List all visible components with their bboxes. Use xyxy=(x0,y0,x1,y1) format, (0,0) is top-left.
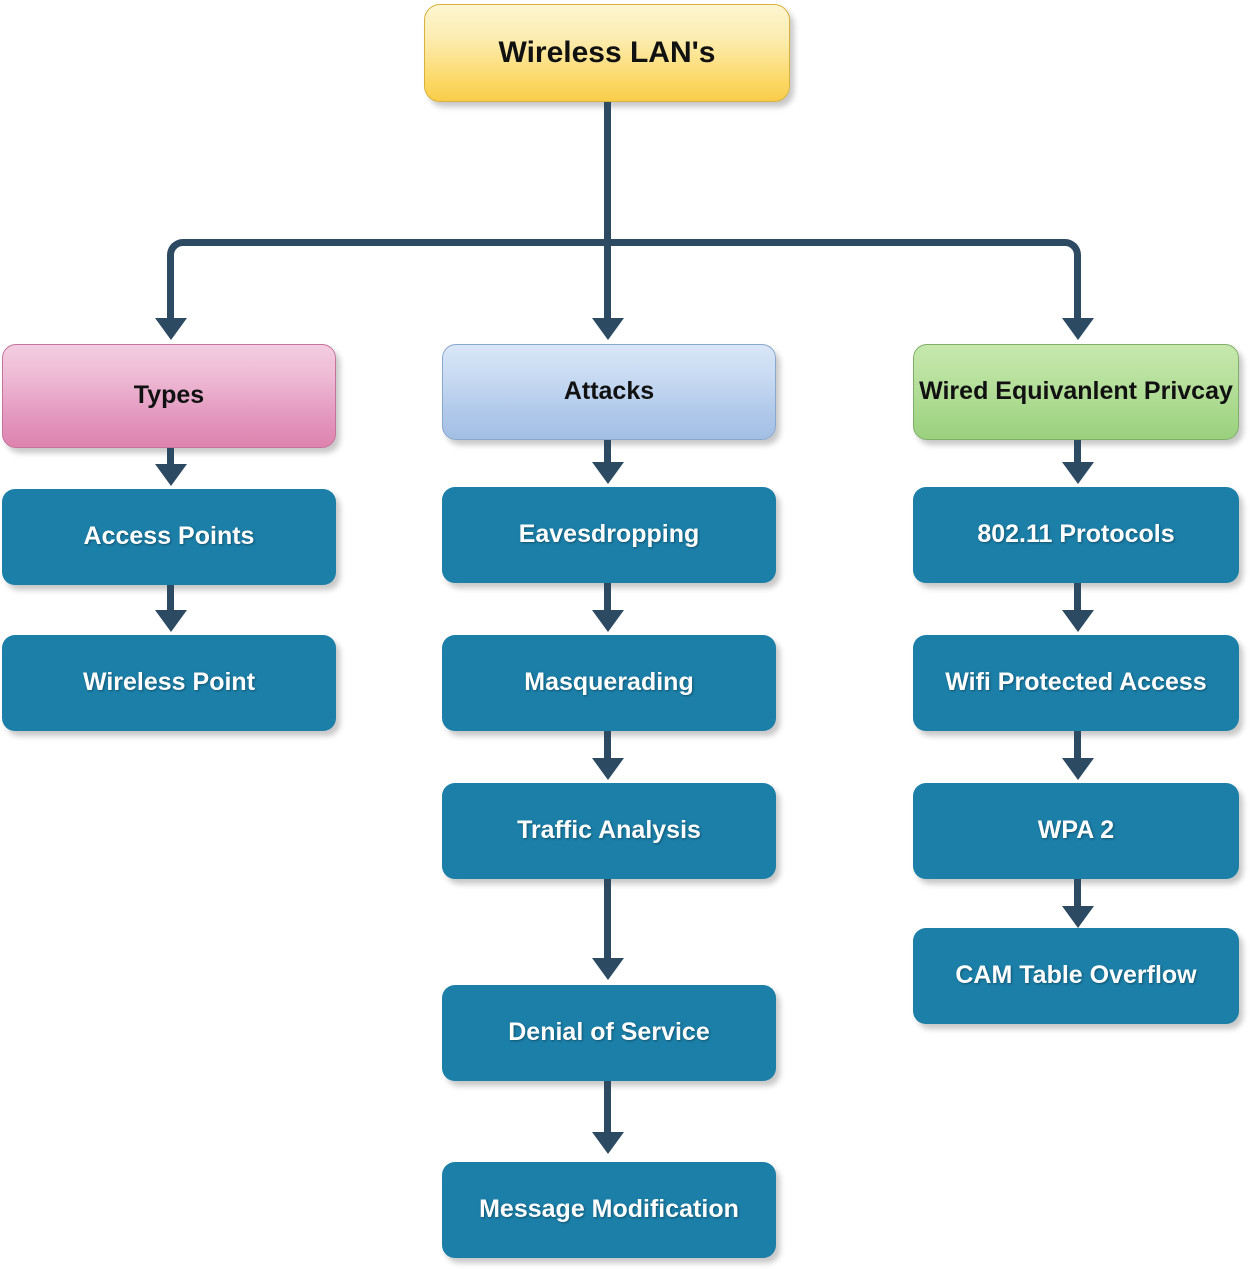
connector-wep-to-802-11-protocols xyxy=(1074,440,1081,464)
connector-bus-left xyxy=(167,239,611,285)
arrowhead-denial-of-service xyxy=(591,958,624,980)
arrowhead-masquerading xyxy=(591,610,624,632)
arrowhead-access-points xyxy=(154,464,187,486)
node-label: 802.11 Protocols xyxy=(977,520,1175,549)
node-label: Traffic Analysis xyxy=(517,816,701,845)
node-label: Eavesdropping xyxy=(518,520,700,549)
node-denial-of-service[interactable]: Denial of Service xyxy=(442,985,776,1081)
connector-branch-types xyxy=(167,280,174,322)
node-access-points[interactable]: Access Points xyxy=(2,489,336,585)
connector-branch-wep xyxy=(1074,280,1081,322)
node-label: Message Modification xyxy=(479,1195,739,1224)
node-wifi-protected-access[interactable]: Wifi Protected Access xyxy=(913,635,1239,731)
connector-bus-right xyxy=(604,239,1081,285)
node-label: Wireless Point xyxy=(82,668,256,697)
node-label: Wired Equivanlent Privcay xyxy=(919,377,1233,406)
node-label: Attacks xyxy=(563,377,655,406)
arrowhead-message-modification xyxy=(591,1132,624,1154)
node-label: Wifi Protected Access xyxy=(945,668,1207,697)
node-label: CAM Table Overflow xyxy=(955,961,1197,990)
arrowhead-wpa2 xyxy=(1061,758,1094,780)
node-traffic-analysis[interactable]: Traffic Analysis xyxy=(442,783,776,879)
arrowhead-cam-table-overflow xyxy=(1061,906,1094,928)
node-attacks[interactable]: Attacks xyxy=(442,344,776,440)
arrowhead-802-11-protocols xyxy=(1061,462,1094,484)
arrowhead-to-types xyxy=(154,318,187,340)
node-label: Access Points xyxy=(83,522,255,551)
arrowhead-wireless-point xyxy=(154,610,187,632)
arrowhead-to-attacks xyxy=(591,318,624,340)
node-types[interactable]: Types xyxy=(2,344,336,448)
node-label: WPA 2 xyxy=(1037,816,1115,845)
arrowhead-wifi-protected-access xyxy=(1061,610,1094,632)
arrowhead-traffic-analysis xyxy=(591,758,624,780)
node-label: Wireless LAN's xyxy=(498,36,716,70)
node-wireless-lans[interactable]: Wireless LAN's xyxy=(424,4,790,102)
arrowhead-to-wep xyxy=(1061,318,1094,340)
node-masquerading[interactable]: Masquerading xyxy=(442,635,776,731)
node-cam-table-overflow[interactable]: CAM Table Overflow xyxy=(913,928,1239,1024)
node-wpa2[interactable]: WPA 2 xyxy=(913,783,1239,879)
node-802-11-protocols[interactable]: 802.11 Protocols xyxy=(913,487,1239,583)
wireless-lan-flowchart: Wireless LAN's Types Access Points Wirel… xyxy=(0,0,1250,1269)
connector-denial-of-service-to-message-modification xyxy=(604,1081,611,1137)
connector-root-stem xyxy=(604,102,611,244)
connector-attacks-to-eavesdropping xyxy=(604,440,611,464)
node-label: Types xyxy=(133,381,205,410)
node-wireless-point[interactable]: Wireless Point xyxy=(2,635,336,731)
node-message-modification[interactable]: Message Modification xyxy=(442,1162,776,1258)
node-eavesdropping[interactable]: Eavesdropping xyxy=(442,487,776,583)
node-wired-equivalent-privacy[interactable]: Wired Equivanlent Privcay xyxy=(913,344,1239,440)
connector-branch-attacks xyxy=(604,243,611,322)
node-label: Masquerading xyxy=(524,668,694,697)
arrowhead-eavesdropping xyxy=(591,462,624,484)
node-label: Denial of Service xyxy=(508,1018,710,1047)
connector-traffic-analysis-to-denial-of-service xyxy=(604,879,611,964)
